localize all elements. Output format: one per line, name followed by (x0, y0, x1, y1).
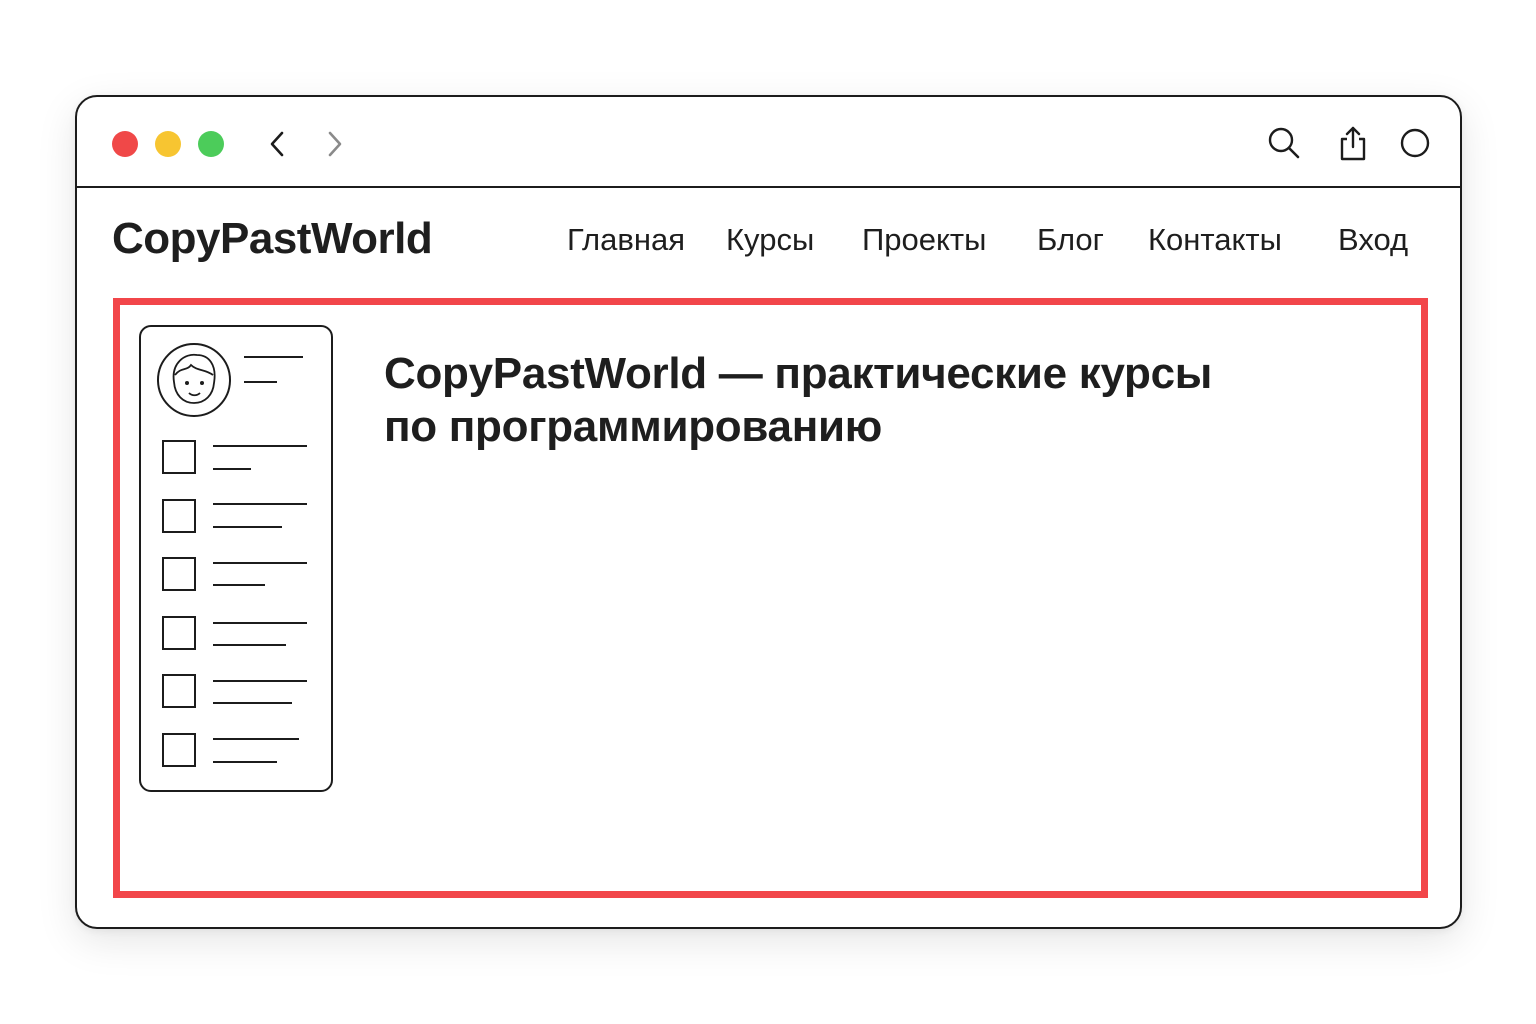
browser-titlebar (77, 97, 1460, 188)
back-button[interactable] (263, 127, 293, 161)
search-icon (1268, 127, 1300, 159)
menu-item-login[interactable]: Вход (1338, 224, 1408, 255)
hero-title-line-2: по программированию (384, 402, 883, 451)
menu-item-projects[interactable]: Проекты (862, 224, 986, 255)
checkbox-item-1 (162, 440, 307, 474)
checkbox-item-5 (162, 674, 307, 708)
hero-title: CopyPastWorld — практические курсы по пр… (384, 347, 1284, 453)
menu-item-contacts[interactable]: Контакты (1148, 224, 1282, 255)
checkbox-item-4 (162, 616, 307, 650)
site-logo[interactable]: CopyPastWorld (112, 217, 433, 261)
hero-title-line-1: CopyPastWorld — практические курсы (384, 349, 1213, 398)
close-window-button[interactable] (112, 131, 138, 157)
minimize-window-button[interactable] (155, 131, 181, 157)
checkbox-item-6 (162, 733, 299, 767)
checkbox-item-2 (162, 499, 307, 533)
circle-icon (1400, 128, 1430, 158)
menu-item-courses[interactable]: Курсы (726, 224, 814, 255)
chevron-right-icon (328, 131, 342, 157)
menu-item-blog[interactable]: Блог (1037, 224, 1104, 255)
sidebar-card (139, 325, 333, 792)
menu-item-home[interactable]: Главная (567, 224, 685, 255)
search-button[interactable] (1266, 125, 1302, 161)
sidebar-card-illustration (157, 343, 307, 767)
forward-button[interactable] (319, 127, 349, 161)
share-icon (1340, 126, 1366, 161)
maximize-window-button[interactable] (198, 131, 224, 157)
chevron-left-icon (270, 131, 284, 157)
avatar-icon (157, 343, 231, 417)
browser-window: CopyPastWorld Главная Курсы Проекты Блог… (75, 95, 1462, 929)
checkbox-item-3 (162, 557, 307, 591)
share-button[interactable] (1335, 125, 1371, 161)
tabs-button[interactable] (1397, 125, 1433, 161)
